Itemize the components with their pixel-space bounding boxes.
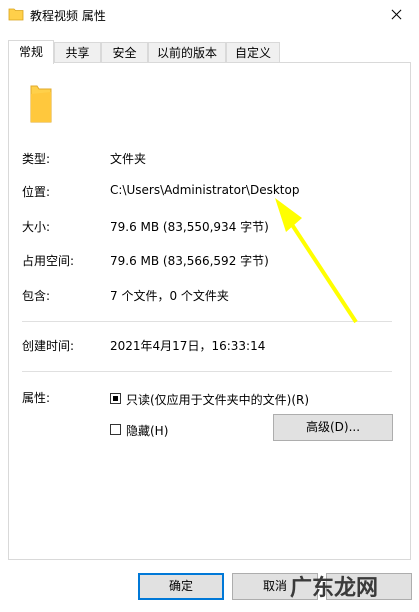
ok-button[interactable]: 确定 [138,573,224,600]
divider [22,371,392,372]
attributes-label: 属性: [22,391,51,405]
contains-value: 7 个文件，0 个文件夹 [110,289,229,303]
location-value[interactable]: C:\Users\Administrator\Desktop [110,183,299,197]
size-on-disk-value: 79.6 MB (83,566,592 字节) [110,254,269,268]
created-label: 创建时间: [22,339,75,353]
general-panel [8,62,411,560]
hidden-label[interactable]: 隐藏(H) [126,422,168,439]
divider [22,321,392,322]
window-title: 教程视频 属性 [30,9,106,23]
tab-sharing[interactable]: 共享 [54,42,101,62]
hidden-checkbox[interactable] [110,424,121,435]
tab-previous-versions[interactable]: 以前的版本 [148,42,226,62]
tab-general[interactable]: 常规 [8,40,54,64]
contains-label: 包含: [22,289,51,303]
readonly-label[interactable]: 只读(仅应用于文件夹中的文件)(R) [126,391,309,408]
readonly-checkbox[interactable] [110,393,121,404]
tab-security[interactable]: 安全 [101,42,148,62]
title-bar: 教程视频 属性 [0,0,419,30]
size-on-disk-label: 占用空间: [22,254,75,268]
type-value: 文件夹 [110,152,147,166]
large-folder-icon [30,85,52,123]
size-label: 大小: [22,220,51,234]
tab-customize[interactable]: 自定义 [226,42,280,62]
size-value: 79.6 MB (83,550,934 字节) [110,220,269,234]
type-label: 类型: [22,152,51,166]
folder-icon [8,8,24,21]
advanced-button[interactable]: 高级(D)... [273,414,393,441]
created-value: 2021年4月17日，16:33:14 [110,339,266,353]
watermark: 广东龙网 [290,576,379,601]
location-label: 位置: [22,185,51,199]
close-button[interactable] [373,0,419,30]
